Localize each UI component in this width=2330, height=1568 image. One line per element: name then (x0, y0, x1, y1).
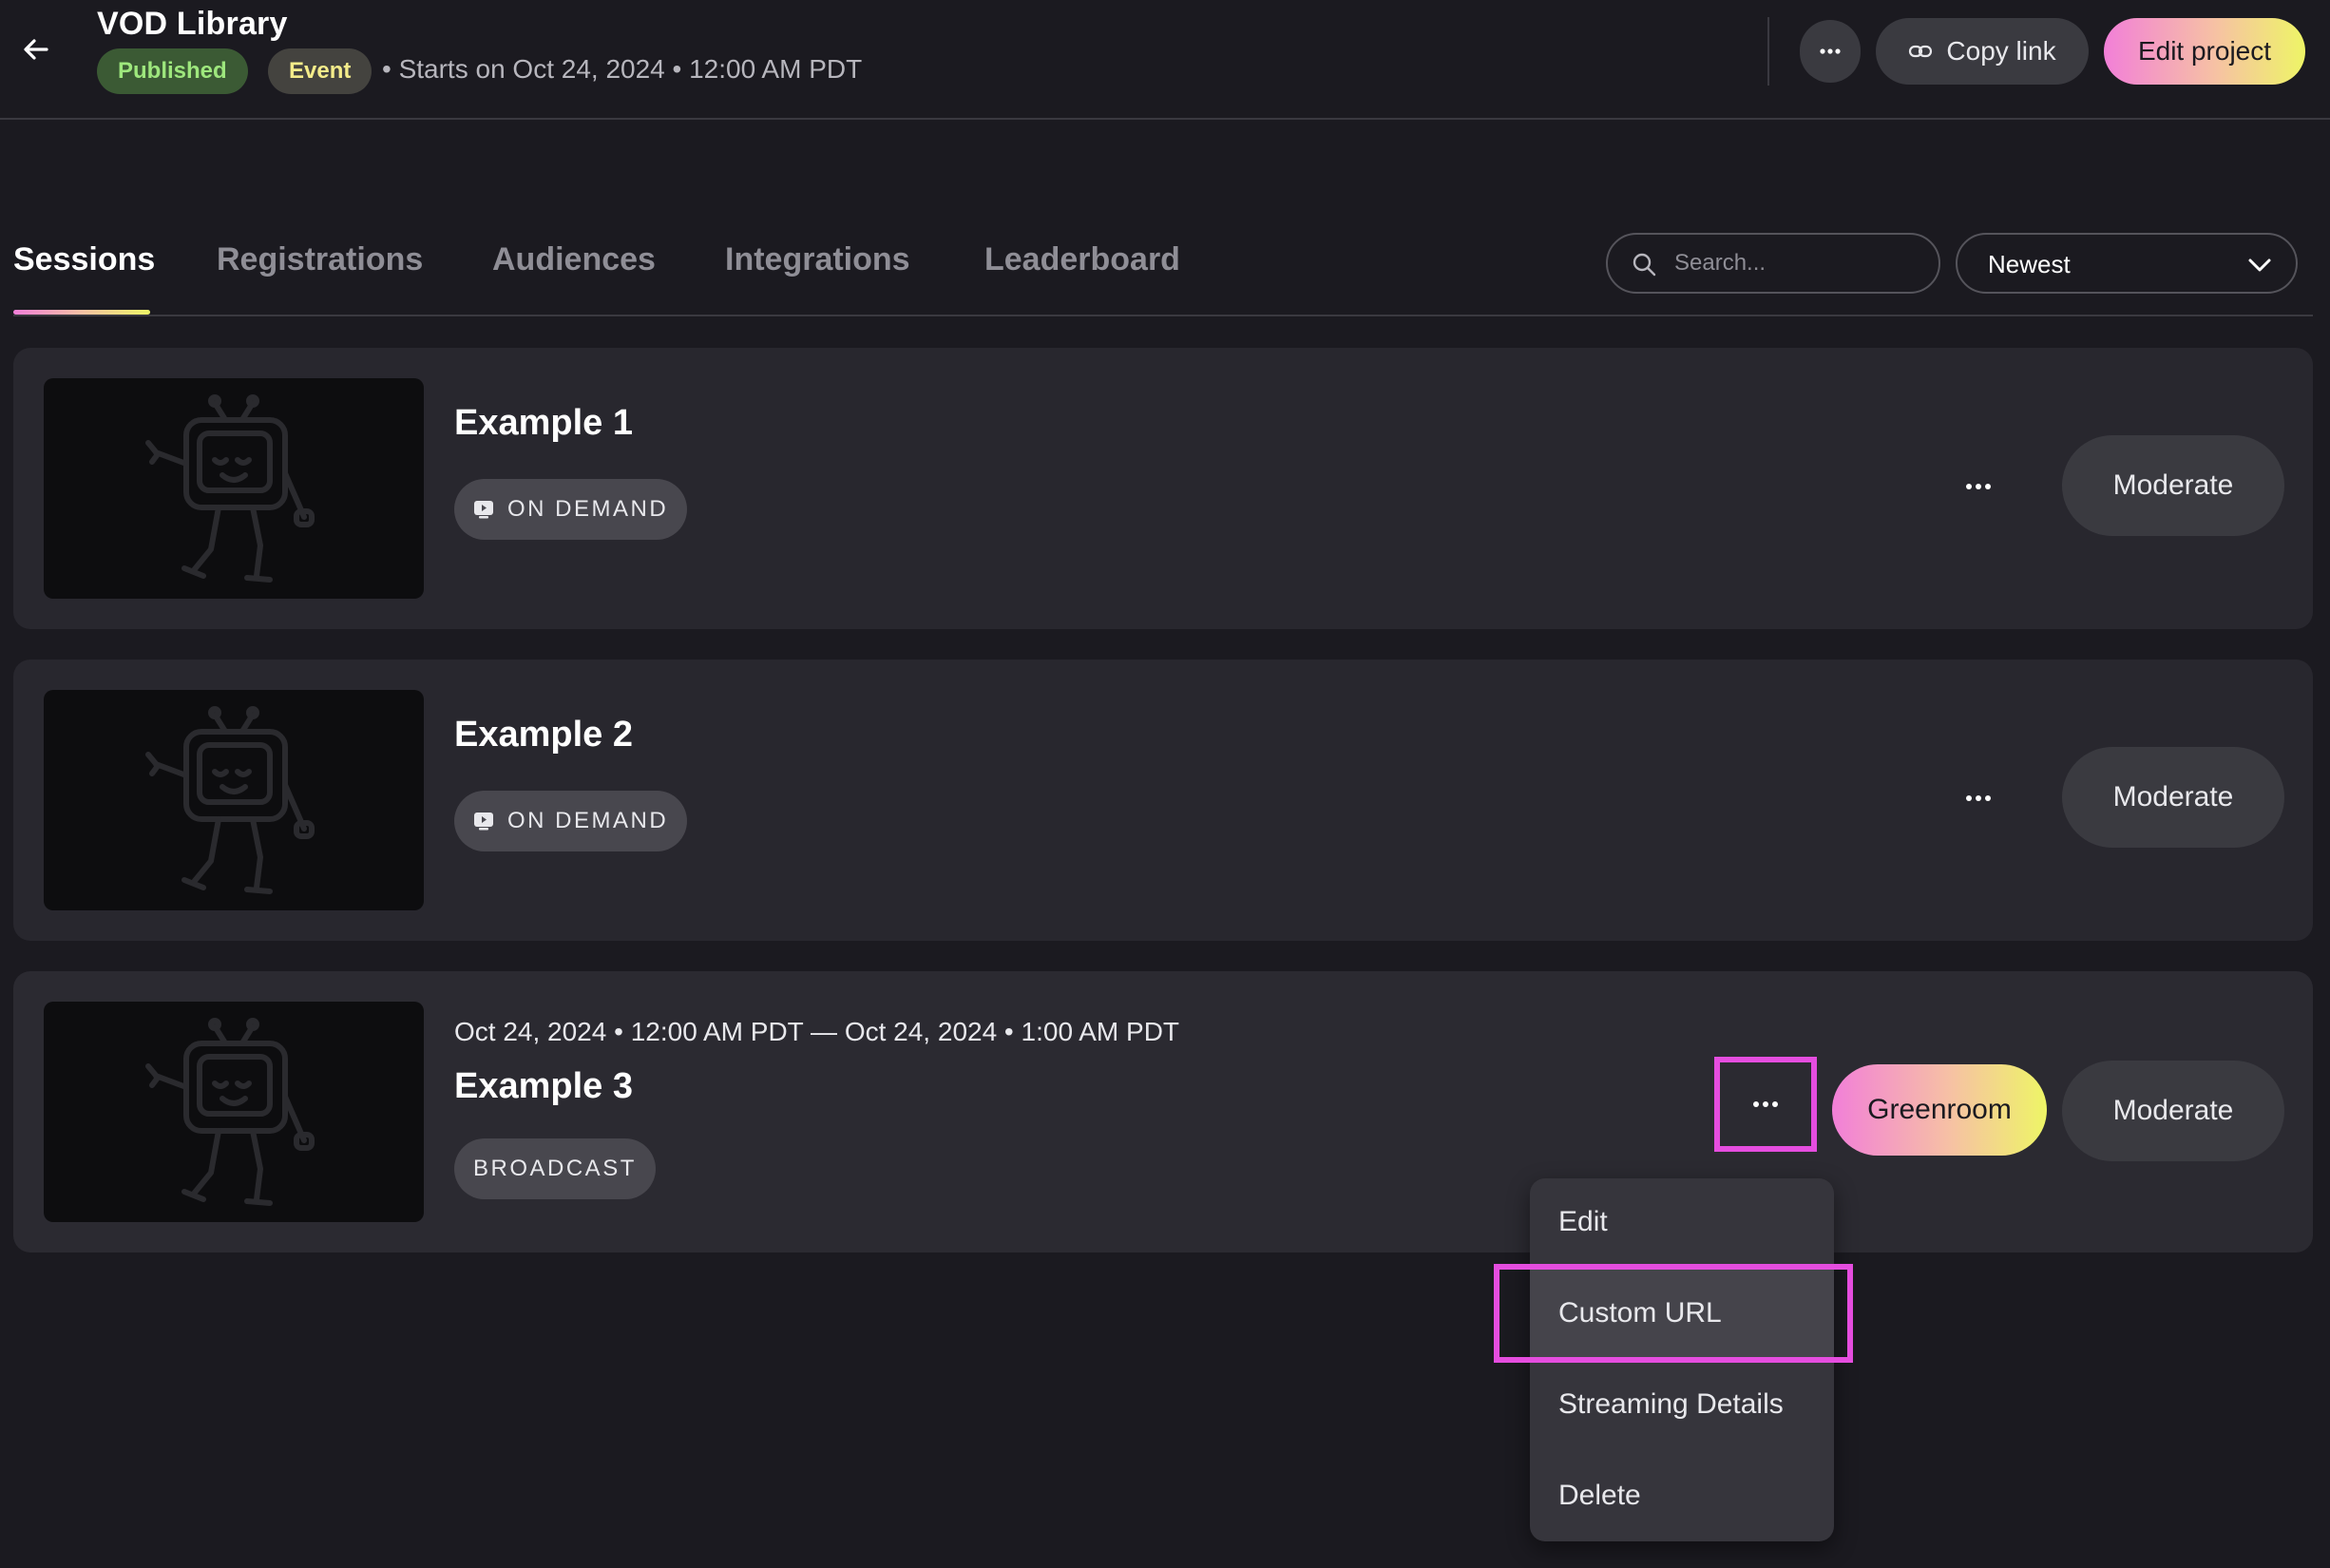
tab-integrations[interactable]: Integrations (725, 241, 910, 278)
ellipsis-icon (1966, 484, 1991, 489)
project-header: VOD Library Published Event • Starts on … (0, 0, 2330, 120)
greenroom-button[interactable]: Greenroom (1832, 1064, 2047, 1156)
session-card: Example 2 ON DEMAND Moderate (13, 660, 2313, 941)
play-screen-icon (474, 813, 493, 831)
session-context-menu: Edit Custom URL Streaming Details Delete (1530, 1178, 1834, 1541)
status-badge: Published (97, 48, 248, 94)
session-type-badge: ON DEMAND (454, 791, 688, 851)
session-title[interactable]: Example 3 (454, 1066, 633, 1107)
session-card: Example 1 ON DEMAND Moderate (13, 348, 2313, 629)
edit-project-button[interactable]: Edit project (2104, 18, 2305, 85)
search-icon (1633, 253, 1656, 277)
session-type-badge: ON DEMAND (454, 479, 688, 540)
session-date-range: Oct 24, 2024 • 12:00 AM PDT — Oct 24, 20… (454, 1017, 1180, 1046)
menu-item-custom-url[interactable]: Custom URL (1530, 1270, 1834, 1357)
ellipsis-icon (1820, 48, 1841, 54)
copy-link-label: Copy link (1946, 36, 2056, 66)
session-more-button[interactable] (1952, 772, 2005, 825)
session-title[interactable]: Example 1 (454, 403, 633, 444)
tab-registrations[interactable]: Registrations (217, 241, 423, 278)
tab-leaderboard[interactable]: Leaderboard (984, 241, 1180, 278)
search-input[interactable] (1674, 244, 1921, 282)
header-divider (1767, 17, 1769, 86)
menu-item-streaming-details[interactable]: Streaming Details (1530, 1361, 1834, 1448)
session-type-label: BROADCAST (473, 1156, 637, 1181)
tabs-divider (13, 315, 2313, 316)
moderate-button[interactable]: Moderate (2062, 1061, 2284, 1161)
sort-select[interactable]: Newest (1956, 233, 2298, 294)
moderate-button[interactable]: Moderate (2062, 747, 2284, 848)
session-thumbnail (44, 378, 424, 599)
robot-tv-mascot-icon (145, 706, 315, 894)
robot-tv-mascot-icon (145, 1018, 315, 1206)
vod-library-page: VOD Library Published Event • Starts on … (0, 0, 2330, 1568)
type-badge: Event (268, 48, 372, 94)
moderate-button[interactable]: Moderate (2062, 435, 2284, 536)
page-title: VOD Library (97, 6, 288, 42)
sort-selected-value: Newest (1988, 250, 2071, 278)
session-more-button[interactable] (1952, 460, 2005, 513)
chevron-down-icon (2248, 258, 2271, 272)
copy-link-button[interactable]: Copy link (1876, 18, 2089, 85)
play-screen-icon (474, 501, 493, 519)
event-start-text: • Starts on Oct 24, 2024 • 12:00 AM PDT (382, 54, 863, 84)
session-title[interactable]: Example 2 (454, 715, 633, 755)
arrow-left-icon (24, 39, 48, 60)
session-more-button-highlighted[interactable] (1714, 1057, 1817, 1152)
link-icon (1909, 45, 1933, 58)
ellipsis-icon (1753, 1101, 1778, 1107)
menu-item-delete[interactable]: Delete (1530, 1452, 1834, 1539)
session-card: Oct 24, 2024 • 12:00 AM PDT — Oct 24, 20… (13, 971, 2313, 1252)
tab-sessions[interactable]: Sessions (13, 241, 155, 278)
session-type-label: ON DEMAND (507, 496, 669, 522)
tab-audiences[interactable]: Audiences (492, 241, 656, 278)
session-type-label: ON DEMAND (507, 808, 669, 833)
menu-item-edit[interactable]: Edit (1530, 1178, 1834, 1266)
back-button[interactable] (13, 27, 59, 72)
session-type-badge: BROADCAST (454, 1138, 656, 1199)
search-box (1606, 233, 1940, 294)
robot-tv-mascot-icon (145, 394, 315, 583)
session-thumbnail (44, 690, 424, 910)
ellipsis-icon (1966, 795, 1991, 801)
project-more-button[interactable] (1800, 20, 1861, 83)
session-thumbnail (44, 1002, 424, 1222)
